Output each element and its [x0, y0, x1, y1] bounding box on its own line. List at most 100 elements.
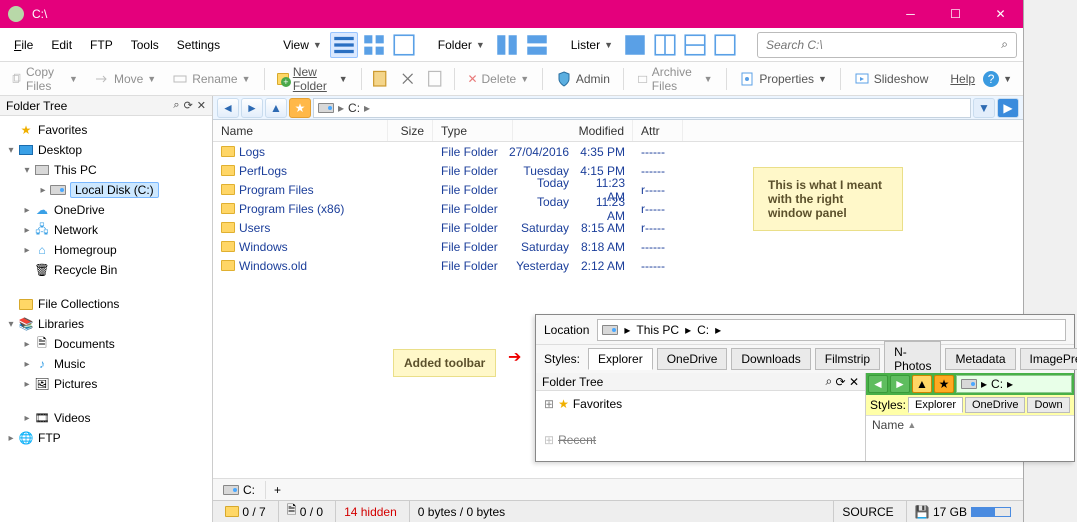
style-tab-downloads[interactable]: Downloads: [731, 348, 810, 370]
style-tab-onedrive[interactable]: OneDrive: [657, 348, 728, 370]
tab-bar: C: +: [213, 478, 1023, 500]
dual-v-icon[interactable]: [523, 32, 551, 58]
view-thumb-icon[interactable]: [390, 32, 418, 58]
nav-forward-icon[interactable]: ►: [241, 98, 263, 118]
search-input[interactable]: [766, 38, 1001, 52]
addr-dropdown-icon[interactable]: ▼: [973, 98, 995, 118]
path-tab[interactable]: C:: [213, 481, 266, 499]
location-label: Location: [544, 323, 589, 337]
col-size[interactable]: Size: [388, 120, 433, 141]
nav-back-icon[interactable]: ◄: [868, 375, 888, 393]
nav-favorites-icon[interactable]: ★: [289, 98, 311, 118]
menu-edit[interactable]: Edit: [43, 34, 80, 56]
style-tab-nphotos[interactable]: N-Photos: [884, 341, 941, 377]
menu-ftp[interactable]: FTP: [82, 34, 121, 56]
tree-node[interactable]: ★Favorites: [0, 120, 212, 140]
properties-button[interactable]: Properties▼: [734, 68, 832, 90]
pin-icon[interactable]: ⟳: [836, 375, 846, 389]
dual-h-icon[interactable]: [493, 32, 521, 58]
style-tab-imagepreview[interactable]: ImagePreview: [1020, 348, 1077, 370]
slideshow-button[interactable]: Slideshow: [849, 68, 934, 90]
style-tab-explorer[interactable]: Explorer: [588, 348, 653, 370]
style2-down[interactable]: Down: [1027, 397, 1069, 413]
close-icon[interactable]: ✕: [849, 375, 859, 389]
tree-node-favorites[interactable]: ⊞★Favorites: [544, 397, 857, 411]
minimize-button[interactable]: ─: [888, 0, 933, 28]
col-modified[interactable]: Modified: [513, 120, 633, 141]
tree-node[interactable]: 🗑Recycle Bin: [0, 260, 212, 280]
move-button[interactable]: Move▼: [89, 68, 161, 90]
tree-node[interactable]: ▸🖧Network: [0, 220, 212, 240]
file-row[interactable]: LogsFile Folder27/04/20164:35 PM------: [213, 142, 1023, 161]
search-box[interactable]: ⌕: [757, 32, 1017, 58]
nav-fwd-icon[interactable]: ►: [890, 375, 910, 393]
inset-address-bar-2[interactable]: ▸C:▸: [956, 375, 1072, 393]
tree-node[interactable]: ▾This PC: [0, 160, 212, 180]
tree-node[interactable]: ▸🗎Documents: [0, 334, 212, 354]
titlebar[interactable]: C:\ ─ ☐ ✕: [0, 0, 1023, 28]
folder-tree[interactable]: ★Favorites▾Desktop▾This PC▸Local Disk (C…: [0, 116, 212, 522]
delete-button[interactable]: ✕Delete▼: [462, 69, 534, 89]
style2-explorer[interactable]: Explorer: [908, 397, 963, 413]
pin-tree-icon[interactable]: ⟳: [184, 99, 193, 112]
nav-up-icon[interactable]: ▲: [912, 375, 932, 393]
tree-node[interactable]: ▸♪Music: [0, 354, 212, 374]
tree-node[interactable]: ▾Desktop: [0, 140, 212, 160]
addr-go-icon[interactable]: ▶: [997, 98, 1019, 118]
nav-star-icon[interactable]: ★: [934, 375, 954, 393]
tree-node[interactable]: ▾📚Libraries: [0, 314, 212, 334]
close-button[interactable]: ✕: [978, 0, 1023, 28]
lister-icon4[interactable]: [711, 32, 739, 58]
archive-button[interactable]: Archive Files▼: [632, 62, 718, 96]
nav-back-icon[interactable]: ◄: [217, 98, 239, 118]
col-attr[interactable]: Attr: [633, 120, 683, 141]
nav-up-icon[interactable]: ▲: [265, 98, 287, 118]
tree-node[interactable]: ▸🌐FTP: [0, 428, 212, 448]
col-name[interactable]: Name: [213, 120, 388, 141]
tree-node[interactable]: ▸☁OneDrive: [0, 200, 212, 220]
inset-address-bar[interactable]: ▸ This PC▸ C:▸: [597, 319, 1066, 341]
col-type[interactable]: Type: [433, 120, 513, 141]
column-headers[interactable]: Name Size Type Modified Attr: [213, 120, 1023, 142]
tree-node-recent[interactable]: ⊞Recent: [544, 433, 857, 447]
maximize-button[interactable]: ☐: [933, 0, 978, 28]
paste-icon[interactable]: [424, 66, 445, 92]
lister-icon1[interactable]: [621, 32, 649, 58]
search-tree-icon[interactable]: ⌕: [173, 99, 179, 112]
folder-dropdown[interactable]: Folder ▼: [432, 35, 491, 55]
search-icon[interactable]: ⌕: [1001, 37, 1008, 52]
file-icon: 🗎: [287, 501, 297, 522]
tree-node[interactable]: ▸⌂Homegroup: [0, 240, 212, 260]
style-tab-filmstrip[interactable]: Filmstrip: [815, 348, 880, 370]
drive-icon: 💾: [915, 505, 930, 519]
tree-node[interactable]: ▸🖼Pictures: [0, 374, 212, 394]
view-dropdown[interactable]: View ▼: [277, 35, 328, 55]
style-tab-metadata[interactable]: Metadata: [945, 348, 1015, 370]
file-row[interactable]: Windows.oldFile FolderYesterday2:12 AM--…: [213, 256, 1023, 275]
rename-button[interactable]: Rename▼: [167, 68, 255, 90]
inset-col-header[interactable]: Name ▲: [866, 415, 1074, 433]
copy-files-button[interactable]: Copy Files▼: [6, 62, 83, 96]
style2-onedrive[interactable]: OneDrive: [965, 397, 1025, 413]
new-folder-button[interactable]: New Folder▼: [272, 62, 352, 96]
tree-node[interactable]: File Collections: [0, 294, 212, 314]
tree-node[interactable]: ▸Local Disk (C:): [0, 180, 212, 200]
admin-button[interactable]: Admin: [551, 68, 615, 90]
menu-file[interactable]: File: [6, 34, 41, 56]
new-tab-button[interactable]: +: [266, 481, 289, 499]
file-row[interactable]: WindowsFile FolderSaturday8:18 AM------: [213, 237, 1023, 256]
lister-icon2[interactable]: [651, 32, 679, 58]
clipboard-icon[interactable]: [369, 66, 390, 92]
cut-icon[interactable]: [397, 66, 418, 92]
menu-settings[interactable]: Settings: [169, 34, 228, 56]
close-tree-icon[interactable]: ✕: [197, 99, 206, 112]
search-icon[interactable]: ⌕: [825, 374, 832, 389]
help-button[interactable]: Help?▼: [945, 68, 1017, 90]
lister-icon3[interactable]: [681, 32, 709, 58]
view-list-icon[interactable]: [360, 32, 388, 58]
address-bar[interactable]: ▸ C: ▸: [313, 98, 971, 118]
view-details-icon[interactable]: [330, 32, 358, 58]
menu-tools[interactable]: Tools: [123, 34, 167, 56]
tree-node[interactable]: ▸🎞Videos: [0, 408, 212, 428]
lister-dropdown[interactable]: Lister ▼: [565, 35, 619, 55]
